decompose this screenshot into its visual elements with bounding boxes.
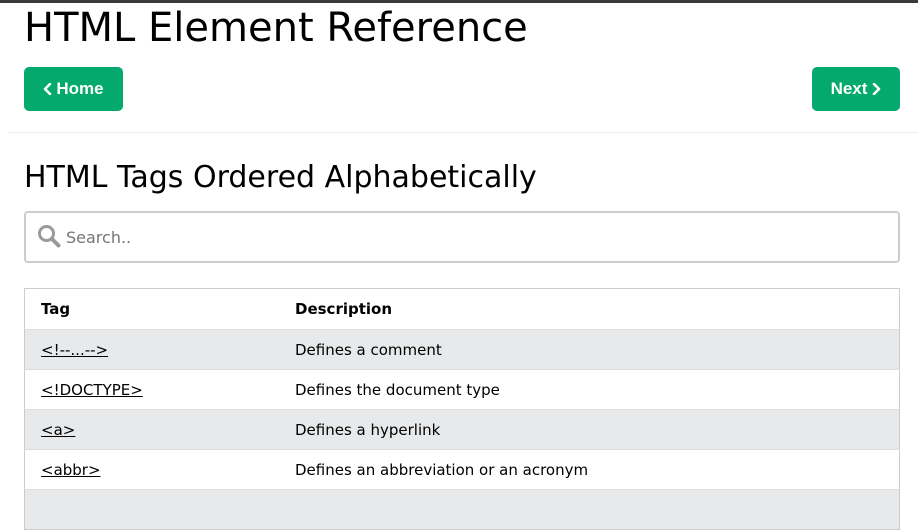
search-input[interactable] — [66, 221, 886, 253]
description-cell: Defines a hyperlink — [279, 409, 900, 450]
table-header-row: Tag Description — [25, 289, 900, 330]
page-title: HTML Element Reference — [24, 5, 528, 51]
column-header-description: Description — [295, 300, 393, 318]
table-row: <!--...--> Defines a comment — [24, 329, 900, 370]
section-title: HTML Tags Ordered Alphabetically — [24, 160, 537, 195]
table-row: <abbr> Defines an abbreviation or an acr… — [24, 449, 900, 490]
tag-cell: <abbr> — [25, 450, 280, 490]
tag-cell: <a> — [24, 409, 279, 450]
table-row: <a> Defines a hyperlink — [24, 409, 900, 450]
description-cell: Defines the document type — [295, 380, 500, 399]
search-icon — [37, 224, 61, 248]
description-cell: Defines a comment — [279, 329, 900, 370]
column-header-tag: Tag — [41, 300, 71, 318]
description-cell — [279, 489, 900, 530]
home-button-label: Home — [56, 79, 104, 98]
tag-cell: <!--...--> — [24, 329, 279, 370]
divider — [8, 132, 918, 133]
tag-table: Tag Description <!--...--> Defines a com… — [24, 288, 900, 530]
tag-link[interactable]: <!--...--> — [41, 341, 108, 359]
next-button[interactable]: Next — [812, 67, 900, 111]
description-cell: Defines an abbreviation or an acronym — [295, 460, 589, 479]
table-row-partial — [24, 489, 900, 530]
home-button[interactable]: Home — [24, 67, 123, 111]
table-row: <!DOCTYPE> Defines the document type — [24, 369, 900, 410]
chevron-right-icon — [872, 83, 881, 95]
tag-link[interactable]: <abbr> — [41, 461, 101, 479]
tag-cell: <!DOCTYPE> — [25, 370, 280, 410]
next-button-label: Next — [830, 79, 868, 98]
chevron-left-icon — [43, 83, 52, 95]
tag-link[interactable]: <!DOCTYPE> — [41, 381, 143, 399]
tag-link[interactable]: <a> — [41, 421, 75, 439]
search-box[interactable] — [24, 211, 900, 263]
tag-cell — [24, 489, 279, 530]
top-border — [0, 0, 918, 3]
